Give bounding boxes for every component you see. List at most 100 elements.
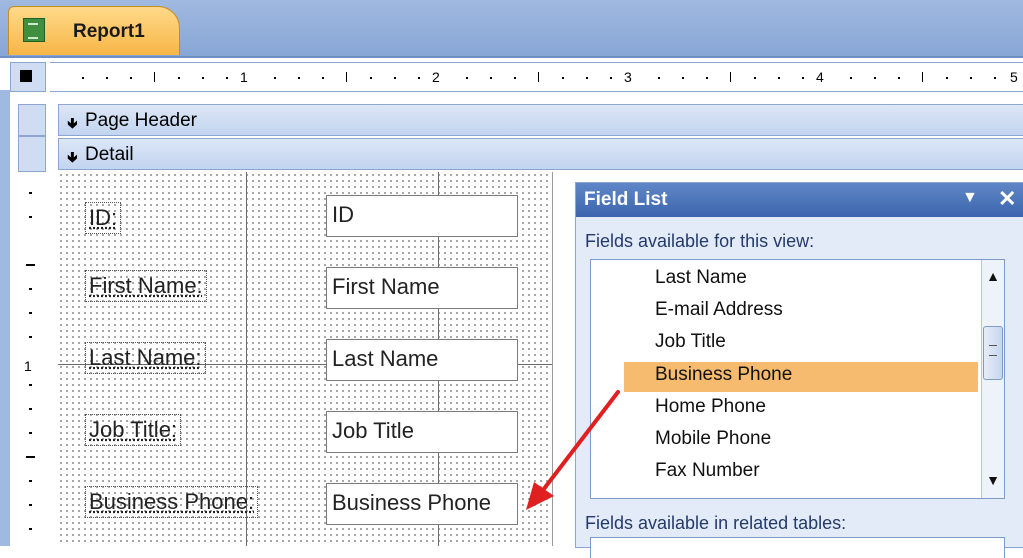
ruler-dot (970, 77, 972, 79)
ruler-tick (29, 288, 32, 290)
detail-label: Detail (85, 144, 134, 165)
ruler-tick (29, 312, 32, 314)
field-item[interactable]: E-mail Address (655, 299, 783, 321)
detail-design-grid[interactable]: ID: ID First Name: First Name Last Name:… (58, 172, 552, 546)
ruler-mark: 5 (1010, 69, 1018, 85)
ruler-dot (850, 77, 852, 79)
report-icon (23, 18, 45, 42)
detail-selector[interactable] (18, 136, 46, 172)
ruler-dot (562, 77, 564, 79)
vertical-ruler[interactable]: 1 (18, 172, 44, 546)
ruler-tick (538, 72, 539, 82)
document-tab-report1[interactable]: Report1 (8, 6, 180, 55)
ruler-mark: 4 (816, 69, 824, 85)
scroll-thumb[interactable] (983, 326, 1003, 380)
ruler-dot (514, 77, 516, 79)
ruler-dot (322, 77, 324, 79)
textbox-id[interactable]: ID (326, 195, 518, 237)
page-header-section-bar[interactable]: 🢃 Page Header (58, 104, 1023, 136)
field-list-header: Field List ▼ ✕ (576, 183, 1023, 217)
ruler-dot (754, 77, 756, 79)
ruler-dot (946, 77, 948, 79)
label-business-phone[interactable]: Business Phone: (85, 486, 259, 518)
detail-section-bar[interactable]: 🢃 Detail (58, 138, 1023, 170)
ruler-dot (466, 77, 468, 79)
ruler-dot (226, 77, 228, 79)
ruler-tick (29, 432, 32, 434)
ruler-dot (610, 77, 612, 79)
ruler-dot (202, 77, 204, 79)
scroll-down-icon[interactable]: ▼ (982, 472, 1004, 488)
ruler-mark: 2 (432, 69, 440, 85)
field-list-pane: Field List ▼ ✕ Fields available for this… (575, 182, 1023, 558)
field-item[interactable]: Last Name (655, 267, 747, 289)
label-last-name[interactable]: Last Name: (85, 342, 206, 374)
textbox-business-phone[interactable]: Business Phone (326, 483, 518, 525)
ruler-tick (29, 384, 32, 386)
field-item[interactable]: Job Title (655, 331, 726, 353)
horizontal-ruler[interactable]: 1 2 3 4 5 (50, 62, 1023, 92)
ruler-dot (82, 77, 84, 79)
ruler-tick (730, 72, 731, 82)
ruler-tick (26, 264, 35, 266)
report-selector-icon (20, 70, 32, 82)
ruler-tick (154, 72, 155, 82)
ruler-dot (802, 77, 804, 79)
ruler-dot (130, 77, 132, 79)
ruler-dot (394, 77, 396, 79)
section-arrow-icon: 🢃 (67, 115, 78, 132)
page-header-selector[interactable] (18, 104, 46, 136)
ruler-dot (298, 77, 300, 79)
ruler-dot (178, 77, 180, 79)
ruler-dot (370, 77, 372, 79)
left-frame (0, 90, 10, 546)
ruler-tick (29, 504, 32, 506)
field-item[interactable]: Mobile Phone (655, 428, 771, 450)
scroll-up-icon[interactable]: ▲ (982, 268, 1004, 284)
ruler-tick (29, 336, 32, 338)
label-job-title[interactable]: Job Title: (85, 414, 182, 446)
ruler-tick (922, 72, 923, 82)
ruler-tick (29, 480, 32, 482)
field-item[interactable]: Home Phone (655, 396, 766, 418)
ruler-tick (29, 192, 32, 194)
ruler-mark: 1 (24, 358, 32, 374)
textbox-job-title[interactable]: Job Title (326, 411, 518, 453)
ruler-dot (106, 77, 108, 79)
field-listbox[interactable]: Last Name E-mail Address Job Title Busin… (590, 259, 1005, 499)
ruler-tick (346, 72, 347, 82)
section-arrow-icon: 🢃 (67, 149, 78, 166)
ruler-dot (418, 77, 420, 79)
ruler-tick (26, 456, 35, 458)
field-item-selected[interactable]: Business Phone (655, 364, 792, 386)
ruler-tick (29, 216, 32, 218)
close-icon[interactable]: ✕ (998, 186, 1016, 212)
ruler-dot (490, 77, 492, 79)
ruler-dot (682, 77, 684, 79)
textbox-first-name[interactable]: First Name (326, 267, 518, 309)
label-id[interactable]: ID: (85, 202, 122, 234)
available-fields-heading: Fields available for this view: (585, 231, 815, 251)
ruler-tick (29, 408, 32, 410)
ruler-dot (994, 77, 996, 79)
chevron-down-icon[interactable]: ▼ (962, 189, 978, 207)
textbox-last-name[interactable]: Last Name (326, 339, 518, 381)
field-list-title: Field List (584, 189, 668, 210)
ruler-dot (874, 77, 876, 79)
ruler-dot (586, 77, 588, 79)
ruler-dot (658, 77, 660, 79)
field-item[interactable]: Fax Number (655, 460, 760, 482)
ruler-mark: 3 (624, 69, 632, 85)
ruler-dot (274, 77, 276, 79)
document-tab-label: Report1 (73, 21, 145, 42)
annotation-arrow-icon (526, 390, 620, 510)
ruler-tick (29, 528, 32, 530)
related-fields-listbox[interactable] (590, 537, 1005, 558)
ruler-dot (778, 77, 780, 79)
label-first-name[interactable]: First Name: (85, 270, 207, 302)
page-header-label: Page Header (85, 110, 197, 131)
ruler-dot (898, 77, 900, 79)
ruler-mark: 1 (240, 69, 248, 85)
ruler-dot (706, 77, 708, 79)
vertical-scrollbar[interactable]: ▲ ▼ (981, 260, 1004, 498)
